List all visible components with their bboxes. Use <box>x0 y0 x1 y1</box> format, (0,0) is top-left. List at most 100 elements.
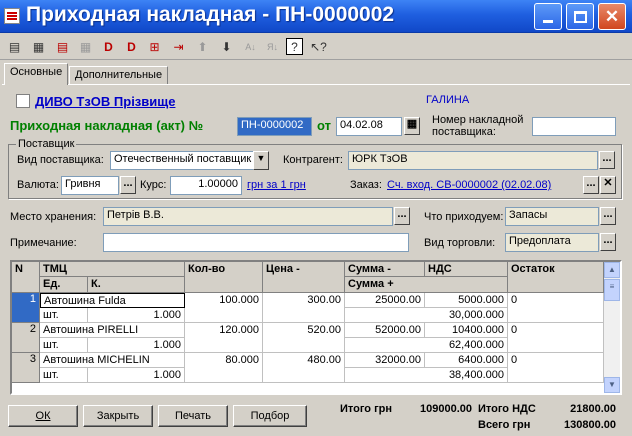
order-clear-button[interactable]: ✕ <box>600 176 616 194</box>
col-price[interactable]: Цена - <box>263 262 345 293</box>
vertical-scrollbar[interactable]: ▲ ≡ ▼ <box>604 262 620 393</box>
row-price[interactable]: 300.00 <box>263 293 345 323</box>
up-arrow-icon[interactable]: ⬆ <box>194 38 211 55</box>
row-sum-plus[interactable]: 62,400.000 <box>345 338 508 353</box>
col-rest[interactable]: Остаток <box>508 262 604 293</box>
row-sum[interactable]: 52000.00 <box>345 323 425 338</box>
col-tmc[interactable]: ТМЦ <box>40 262 185 277</box>
col-k[interactable]: К. <box>88 277 185 293</box>
counterparty-input[interactable]: ЮРК ТзОВ <box>348 151 598 170</box>
delete-row-icon[interactable]: ▤ <box>54 38 71 55</box>
trade-select-button[interactable]: ... <box>600 233 616 251</box>
doc-title: Приходная накладная (акт) № <box>10 118 204 133</box>
currency-input[interactable]: Гривня <box>61 176 119 195</box>
sort-asc-icon[interactable]: A↓ <box>242 38 259 55</box>
what-input[interactable]: Запасы <box>505 207 599 226</box>
storage-input[interactable]: Петрів В.В. <box>103 207 393 226</box>
tab-additional[interactable]: Дополнительные <box>69 66 169 84</box>
row-unit[interactable]: шт. <box>40 338 88 353</box>
counterparty-label: Контрагент: <box>283 154 343 166</box>
row-sum-plus[interactable]: 30,000.000 <box>345 308 508 323</box>
minimize-icon <box>543 20 553 23</box>
row-rest[interactable]: 0 <box>508 293 604 323</box>
row-k[interactable]: 1.000 <box>88 368 185 383</box>
close-button[interactable]: ✕ <box>598 3 626 30</box>
row-qty[interactable]: 80.000 <box>185 353 263 383</box>
total-value: 109000.00 <box>420 403 472 415</box>
row-sum[interactable]: 25000.00 <box>345 293 425 308</box>
row-price[interactable]: 480.00 <box>263 353 345 383</box>
vat-total-value: 21800.00 <box>570 403 616 415</box>
sort-desc-icon[interactable]: Я↓ <box>264 38 281 55</box>
row-sum-plus[interactable]: 38,400.000 <box>345 368 508 383</box>
counterparty-select-button[interactable]: ... <box>599 151 615 169</box>
row-vat[interactable]: 10400.000 <box>425 323 508 338</box>
rate-link[interactable]: грн за 1 грн <box>247 179 306 191</box>
minimize-button[interactable] <box>534 3 562 30</box>
select-button[interactable]: Подбор <box>233 405 307 427</box>
items-table[interactable]: N ТМЦ Ед. К. Кол-во Цена - Сумма - НДС С… <box>10 260 622 395</box>
row-sum[interactable]: 32000.00 <box>345 353 425 368</box>
row-unit[interactable]: шт. <box>40 308 88 323</box>
row-name[interactable]: Автошина PIRELLI <box>40 323 185 338</box>
unmark-delete-icon[interactable]: D <box>123 38 140 55</box>
new-row-icon[interactable]: ▤ <box>6 38 23 55</box>
row-qty[interactable]: 100.000 <box>185 293 263 323</box>
maximize-button[interactable] <box>566 3 594 30</box>
company-link[interactable]: ДИВО ТзОВ Прізвище <box>35 94 175 109</box>
col-n[interactable]: N <box>12 262 40 293</box>
row-rest[interactable]: 0 <box>508 323 604 353</box>
supplier-invoice-input[interactable] <box>532 117 616 136</box>
col-unit[interactable]: Ед. <box>40 277 88 293</box>
mark-delete-icon[interactable]: D <box>100 38 117 55</box>
tab-main[interactable]: Основные <box>4 63 69 85</box>
currency-label: Валюта: <box>17 179 59 191</box>
supplier-type-dropdown[interactable]: ▼ <box>253 151 269 170</box>
maximize-icon <box>573 10 587 23</box>
row-vat[interactable]: 6400.000 <box>425 353 508 368</box>
supplier-type-select[interactable]: Отечественный поставщик <box>110 151 254 170</box>
calendar-button[interactable]: ▦ <box>404 117 420 135</box>
copy-row-icon[interactable]: ▦ <box>30 38 47 55</box>
ok-button[interactable]: ОК <box>8 405 78 427</box>
move-icon[interactable]: ⇥ <box>170 38 187 55</box>
help-icon[interactable]: ? <box>286 38 303 55</box>
close-form-button[interactable]: Закрыть <box>83 405 153 427</box>
row-vat[interactable]: 5000.000 <box>425 293 508 308</box>
row-price[interactable]: 520.00 <box>263 323 345 353</box>
row-k[interactable]: 1.000 <box>88 308 185 323</box>
down-arrow-icon[interactable]: ⬇ <box>218 38 235 55</box>
col-qty[interactable]: Кол-во <box>185 262 263 293</box>
pointer-help-icon[interactable]: ↖? <box>310 38 327 55</box>
company-checkbox[interactable] <box>16 94 30 108</box>
row-qty[interactable]: 120.000 <box>185 323 263 353</box>
row-unit[interactable]: шт. <box>40 368 88 383</box>
scroll-thumb[interactable]: ≡ <box>604 279 620 301</box>
rate-input[interactable]: 1.00000 <box>170 176 242 195</box>
storage-select-button[interactable]: ... <box>394 207 410 225</box>
note-input[interactable] <box>103 233 409 252</box>
date-input[interactable]: 04.02.08 <box>336 117 402 136</box>
row-k[interactable]: 1.000 <box>88 338 185 353</box>
table-header: N ТМЦ Ед. К. Кол-во Цена - Сумма - НДС С… <box>12 262 604 293</box>
total-label: Итого грн <box>340 403 393 415</box>
col-sum[interactable]: Сумма - <box>345 262 425 277</box>
document-icon <box>4 8 20 24</box>
edit-row-icon[interactable]: ▦ <box>77 38 94 55</box>
doc-number-input[interactable]: ПН-0000002 <box>237 117 312 136</box>
insert-icon[interactable]: ⊞ <box>146 38 163 55</box>
scroll-down-icon[interactable]: ▼ <box>604 377 620 393</box>
col-sum-plus[interactable]: Сумма + <box>345 277 508 293</box>
order-link[interactable]: Сч. вход. СВ-0000002 (02.02.08) <box>387 179 551 191</box>
print-button[interactable]: Печать <box>158 405 228 427</box>
row-rest[interactable]: 0 <box>508 353 604 383</box>
trade-input[interactable]: Предоплата <box>505 233 599 252</box>
scroll-up-icon[interactable]: ▲ <box>604 262 620 278</box>
what-select-button[interactable]: ... <box>600 207 616 225</box>
col-vat[interactable]: НДС <box>425 262 508 277</box>
currency-select-button[interactable]: ... <box>120 176 136 194</box>
row-name[interactable]: Автошина Fulda <box>40 293 185 308</box>
row-name[interactable]: Автошина MICHELIN <box>40 353 185 368</box>
order-select-button[interactable]: ... <box>583 176 599 194</box>
what-label: Что приходуем: <box>424 211 504 223</box>
